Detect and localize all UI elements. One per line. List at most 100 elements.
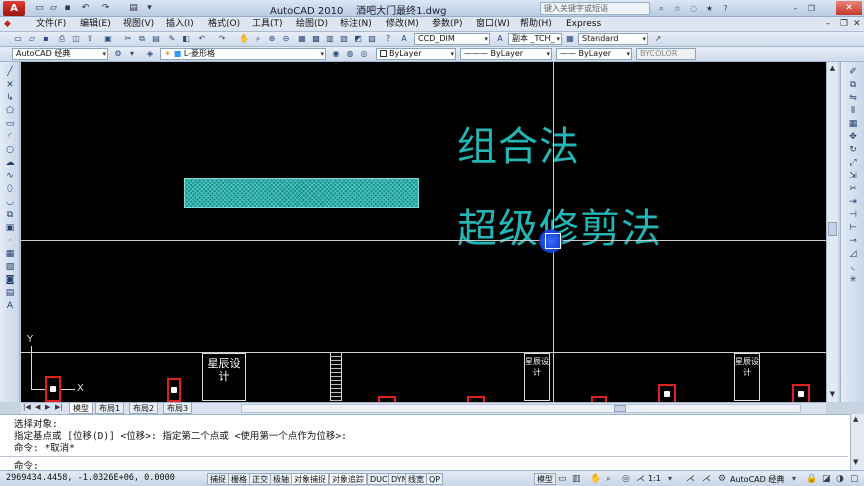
rotate-icon[interactable]: ↻ <box>847 145 859 156</box>
workspace-dropdown-icon[interactable]: ▾ <box>792 474 796 483</box>
3dprint-icon[interactable]: ▣ <box>102 33 114 45</box>
scroll-up-icon[interactable]: ▲ <box>828 64 837 72</box>
pan-icon[interactable]: ✋ <box>238 33 250 45</box>
menu-parametric[interactable]: 参数(P) <box>432 18 462 31</box>
model-space-button[interactable]: 模型 <box>534 473 556 485</box>
layer-state-icon[interactable]: ◎ <box>358 48 370 60</box>
open-file-icon[interactable]: ▱ <box>48 3 59 14</box>
break-icon[interactable]: ⊢ <box>847 223 859 234</box>
undo-toolbar-icon[interactable]: ↶ <box>196 33 208 45</box>
minimize-icon[interactable]: – <box>790 3 801 14</box>
text-style-select[interactable]: 副本 _TCH_ ▾ <box>508 33 562 45</box>
menu-window[interactable]: 窗口(W) <box>476 18 510 31</box>
cut-icon[interactable]: ✂ <box>122 33 134 45</box>
stretch-icon[interactable]: ⇲ <box>847 171 859 182</box>
search-input[interactable]: 键入关键字或短语 <box>540 2 650 15</box>
help-toolbar-icon[interactable]: ? <box>382 33 394 45</box>
menu-edit[interactable]: 编辑(E) <box>80 18 111 31</box>
communication-center-icon[interactable]: ◌ <box>688 3 699 14</box>
make-current-layer-icon[interactable]: ◉ <box>330 48 342 60</box>
ellipse-icon[interactable]: ⬯ <box>4 184 16 195</box>
zoom-realtime-icon[interactable]: ⌕ <box>252 33 264 45</box>
tab-model[interactable]: 模型 <box>69 403 93 414</box>
undo-icon[interactable]: ↶ <box>80 3 91 14</box>
point-icon[interactable]: · <box>4 236 16 247</box>
hardware-acceleration-icon[interactable]: ◪ <box>822 474 831 484</box>
scroll-down-icon[interactable]: ▼ <box>828 390 837 398</box>
help-icon[interactable]: ? <box>720 3 731 14</box>
workspace-status-label[interactable]: AutoCAD 经典 <box>730 474 784 485</box>
polygon-icon[interactable]: ⬠ <box>4 106 16 117</box>
workspace-select[interactable]: AutoCAD 经典 ▾ <box>12 48 108 60</box>
command-scroll-down-icon[interactable]: ▼ <box>853 458 858 466</box>
match-properties-icon[interactable]: ✎ <box>166 33 178 45</box>
quickcalc-icon[interactable]: ▨ <box>366 33 378 45</box>
red-marker[interactable] <box>167 378 181 402</box>
clean-screen-icon[interactable]: ▢ <box>850 474 859 484</box>
annotation-visibility-icon[interactable]: ⋌ <box>686 474 695 484</box>
tab-first-icon[interactable]: |◀ <box>23 403 31 411</box>
print-icon[interactable]: ⎙ <box>56 33 68 45</box>
annotation-scale-icon[interactable]: ⋌ <box>636 474 645 484</box>
tab-layout1[interactable]: 布局1 <box>95 403 125 414</box>
text-style-icon[interactable]: A <box>494 33 506 45</box>
menu-draw[interactable]: 绘图(D) <box>296 18 328 31</box>
doc-minimize-icon[interactable]: – <box>826 18 831 31</box>
layer-previous-icon[interactable]: ◍ <box>344 48 356 60</box>
command-scrollbar[interactable]: ▲ ▼ <box>850 414 864 470</box>
revision-cloud-icon[interactable]: ☁ <box>4 158 16 169</box>
gradient-icon[interactable]: ▧ <box>4 262 16 273</box>
copy-object-icon[interactable]: ⧉ <box>847 80 859 91</box>
annotation-scale-value[interactable]: 1:1 <box>648 474 661 483</box>
title-block-1[interactable]: 星辰设计 <box>202 353 246 401</box>
qnew-icon[interactable]: ▭ <box>12 33 24 45</box>
design-center-icon[interactable]: ▩ <box>310 33 322 45</box>
snap-toggle[interactable]: 捕捉 <box>207 473 229 485</box>
redo-icon[interactable]: ↷ <box>100 3 111 14</box>
copy-icon[interactable]: ⧉ <box>136 33 148 45</box>
block-editor-icon[interactable]: ◧ <box>180 33 192 45</box>
document-icon[interactable]: ◆ <box>4 19 15 30</box>
construction-line-icon[interactable]: ✕ <box>4 80 16 91</box>
menu-view[interactable]: 视图(V) <box>123 18 154 31</box>
drawing-text-combination-method[interactable]: 组合法 <box>457 114 580 172</box>
tab-layout2[interactable]: 布局2 <box>129 403 159 414</box>
pan-status-icon[interactable]: ✋ <box>590 474 601 484</box>
title-block-3[interactable]: 星辰设计 <box>734 353 760 401</box>
spline-icon[interactable]: ∿ <box>4 171 16 182</box>
join-icon[interactable]: ⊸ <box>847 236 859 247</box>
workspace-settings-icon[interactable]: ⚙ <box>112 48 124 60</box>
menu-help[interactable]: 帮助(H) <box>520 18 552 31</box>
grid-toggle[interactable]: 栅格 <box>228 473 250 485</box>
otrack-toggle[interactable]: 对象追踪 <box>329 473 367 485</box>
circle-icon[interactable]: ○ <box>4 145 16 156</box>
command-scroll-up-icon[interactable]: ▲ <box>853 415 858 423</box>
new-file-icon[interactable]: ▭ <box>34 3 45 14</box>
menu-file[interactable]: 文件(F) <box>36 18 66 31</box>
hatch-icon[interactable]: ▦ <box>4 249 16 260</box>
zoom-status-icon[interactable]: ⌕ <box>606 474 611 484</box>
search-binoculars-icon[interactable]: ⌕ <box>656 3 667 14</box>
red-marker[interactable] <box>792 384 810 402</box>
menu-insert[interactable]: 插入(I) <box>166 18 194 31</box>
scale-dropdown-icon[interactable]: ▾ <box>668 474 672 483</box>
color-select[interactable]: ByLayer ▾ <box>376 48 456 60</box>
tab-prev-icon[interactable]: ◀ <box>35 403 40 411</box>
multiline-text-icon[interactable]: A <box>4 301 16 312</box>
polar-toggle[interactable]: 极轴 <box>270 473 292 485</box>
paste-icon[interactable]: ▤ <box>150 33 162 45</box>
erase-icon[interactable]: ✐ <box>847 67 859 78</box>
zoom-window-icon[interactable]: ⊕ <box>266 33 278 45</box>
ortho-toggle[interactable]: 正交 <box>249 473 271 485</box>
fillet-icon[interactable]: ◟ <box>847 262 859 273</box>
doc-restore-icon[interactable]: ❐ <box>840 18 848 31</box>
line-icon[interactable]: ╱ <box>4 67 16 78</box>
menu-express[interactable]: Express <box>566 18 601 31</box>
save-icon[interactable]: ▪ <box>62 3 73 14</box>
vertical-scrollbar[interactable]: ▲ ▼ <box>826 62 838 402</box>
trim-icon[interactable]: ✂ <box>847 184 859 195</box>
move-icon[interactable]: ✥ <box>847 132 859 143</box>
restore-icon[interactable]: ❐ <box>806 3 817 14</box>
horizontal-scroll-thumb[interactable] <box>614 405 626 412</box>
red-marker[interactable] <box>45 376 61 402</box>
